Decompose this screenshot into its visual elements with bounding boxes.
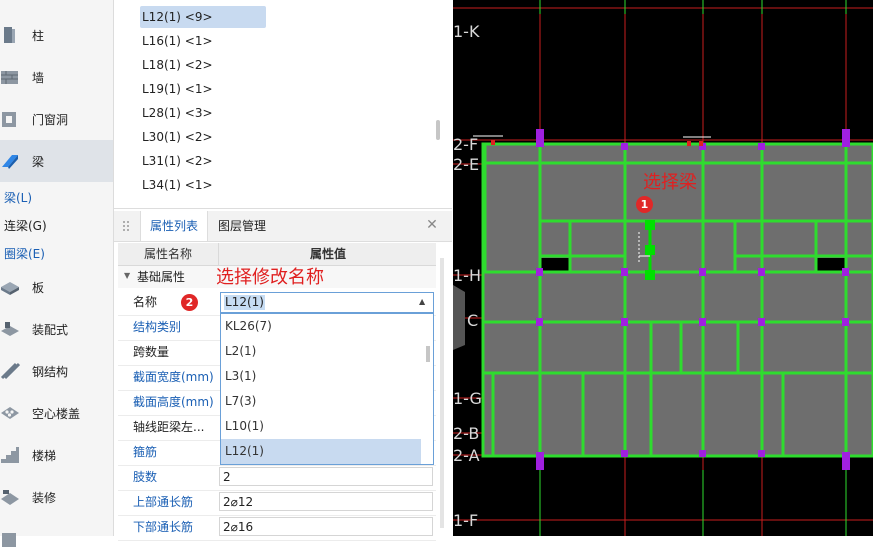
collapse-icon[interactable]: ▼ [124,271,130,280]
prop-row-bottom-bars: 下部通长筋 2⌀16 [118,515,436,541]
door-window-icon [2,112,16,127]
drag-grip-icon[interactable] [122,220,130,232]
slab-icon [1,282,19,295]
nav-sub-ring-beam[interactable]: 圈梁(E) [4,245,45,265]
dropdown-scrollbar[interactable] [426,346,430,362]
hollow-floor-icon [1,407,19,419]
prop-name: 结构类别 [133,320,182,334]
rename-hint: 选择修改名称 [216,267,324,288]
earthwork-icon [2,533,16,547]
nav-item-decoration[interactable]: 装修 [0,476,113,518]
beam-list-item[interactable]: L12(1) <9> [140,6,266,28]
axis-label: 2-B [453,424,480,443]
leg-count-field[interactable]: 2 [219,467,433,486]
prop-name: 名称 [133,295,158,309]
steel-structure-icon [0,362,20,380]
axis-label: C [467,311,479,330]
nav-item-partial[interactable] [0,518,113,560]
nav-item-wall[interactable]: 墙 [0,56,113,98]
prop-name: 上部通长筋 [133,495,194,509]
axis-label: 1-G [453,389,482,408]
nav-item-stair[interactable]: 楼梯 [0,434,113,476]
select-beam-hint: 选择梁 [643,172,697,193]
dropdown-option[interactable]: L7(3) [221,389,421,414]
nav-label: 空心楼盖 [32,406,81,421]
nav-item-beam[interactable]: 梁 [0,140,113,182]
prop-row-top-bars: 上部通长筋 2⌀12 [118,490,436,516]
column-icon [4,27,15,43]
nav-label: 门窗洞 [32,112,69,127]
nav-item-hollow-floor[interactable]: 空心楼盖 [0,392,113,434]
name-combobox-value[interactable]: L12(1) [224,295,265,310]
dropdown-option-selected[interactable]: L12(1) [221,439,421,464]
beam-list-item[interactable]: L30(1) <2> [140,126,266,148]
bottom-bars-field[interactable]: 2⌀16 [219,517,433,536]
prop-name: 轴线距梁左... [133,420,205,434]
axis-label: 2-F [453,135,479,154]
cad-drawing-canvas[interactable]: 1-K 2-F 2-E 1-H C 1-G 2-B 2-A 1-F 选择梁 1 [453,0,873,536]
nav-label: 楼梯 [32,448,57,463]
property-scrollbar[interactable] [440,258,444,528]
beam-list: L12(1) <9> L16(1) <1> L18(1) <2> L19(1) … [114,0,452,209]
step-badge-2: 2 [181,294,198,311]
prop-name: 跨数量 [133,345,170,359]
axis-label: 1-K [453,22,480,41]
prop-name: 下部通长筋 [133,520,194,534]
beam-list-item[interactable]: L31(1) <2> [140,150,266,172]
beam-list-item[interactable]: L16(1) <1> [140,30,266,52]
tab-property-list[interactable]: 属性列表 [140,211,208,241]
nav-item-prefab[interactable]: 装配式 [0,308,113,350]
stair-icon [1,447,19,463]
dropdown-option[interactable]: L2(1) [221,339,421,364]
close-icon[interactable]: ✕ [424,217,440,233]
tab-layer-management[interactable]: 图层管理 [218,211,266,241]
prop-row-leg-count: 肢数 2 [118,465,436,491]
column-header-name: 属性名称 [143,247,192,261]
nav-label: 钢结构 [32,364,69,379]
floor-plan[interactable] [453,0,873,536]
prop-name: 箍筋 [133,445,158,459]
axis-label: 2-E [453,155,480,174]
nav-label: 装修 [32,490,57,505]
top-bars-field[interactable]: 2⌀12 [219,492,433,511]
axis-label: 2-A [453,446,480,465]
column-header-value: 属性值 [218,243,437,265]
canvas-side-handle[interactable] [453,285,465,350]
nav-label: 墙 [32,70,45,85]
dropdown-option[interactable]: L3(1) [221,364,421,389]
dropdown-option[interactable]: KL26(7) [221,314,421,339]
nav-label: 梁 [32,154,45,169]
component-nav: 柱 墙 门窗洞 梁 梁(L) 连梁(G) 圈梁(E) 板 装配式 钢结构 空心楼… [0,0,114,547]
prop-name: 肢数 [133,470,158,484]
nav-sub-beam-l[interactable]: 梁(L) [4,189,32,209]
nav-item-slab[interactable]: 板 [0,266,113,308]
decoration-icon [1,490,19,505]
nav-label: 柱 [32,28,45,43]
nav-sub-coupling-beam[interactable]: 连梁(G) [4,217,47,237]
nav-label: 装配式 [32,322,69,337]
nav-item-door-window[interactable]: 门窗洞 [0,98,113,140]
nav-item-steel-structure[interactable]: 钢结构 [0,350,113,392]
beam-list-item[interactable]: L28(1) <3> [140,102,266,124]
beam-list-item[interactable]: L34(1) <1> [140,174,266,196]
dropdown-option[interactable]: L10(1) [221,414,421,439]
panel-tabbar: 属性列表 图层管理 ✕ [114,211,452,242]
wall-icon [1,71,18,84]
axis-label: 1-H [453,266,481,285]
group-title: 基础属性 [137,270,186,284]
name-dropdown-list: KL26(7) L2(1) L3(1) L7(3) L10(1) L12(1) [220,313,434,465]
beam-list-item[interactable]: L18(1) <2> [140,54,266,76]
nav-label: 板 [32,280,45,295]
step-badge-1: 1 [636,196,653,213]
beam-list-scrollbar[interactable] [436,120,440,140]
axis-label: 1-F [453,511,479,530]
nav-item-column[interactable]: 柱 [0,14,113,56]
prop-name: 截面宽度(mm) [133,370,214,384]
chevron-up-icon[interactable]: ▲ [419,296,429,308]
name-combobox[interactable]: L12(1) ▲ [220,292,434,313]
beam-list-item[interactable]: L19(1) <1> [140,78,266,100]
prop-name: 截面高度(mm) [133,395,214,409]
beam-icon [2,155,18,169]
prefab-icon [1,322,19,336]
